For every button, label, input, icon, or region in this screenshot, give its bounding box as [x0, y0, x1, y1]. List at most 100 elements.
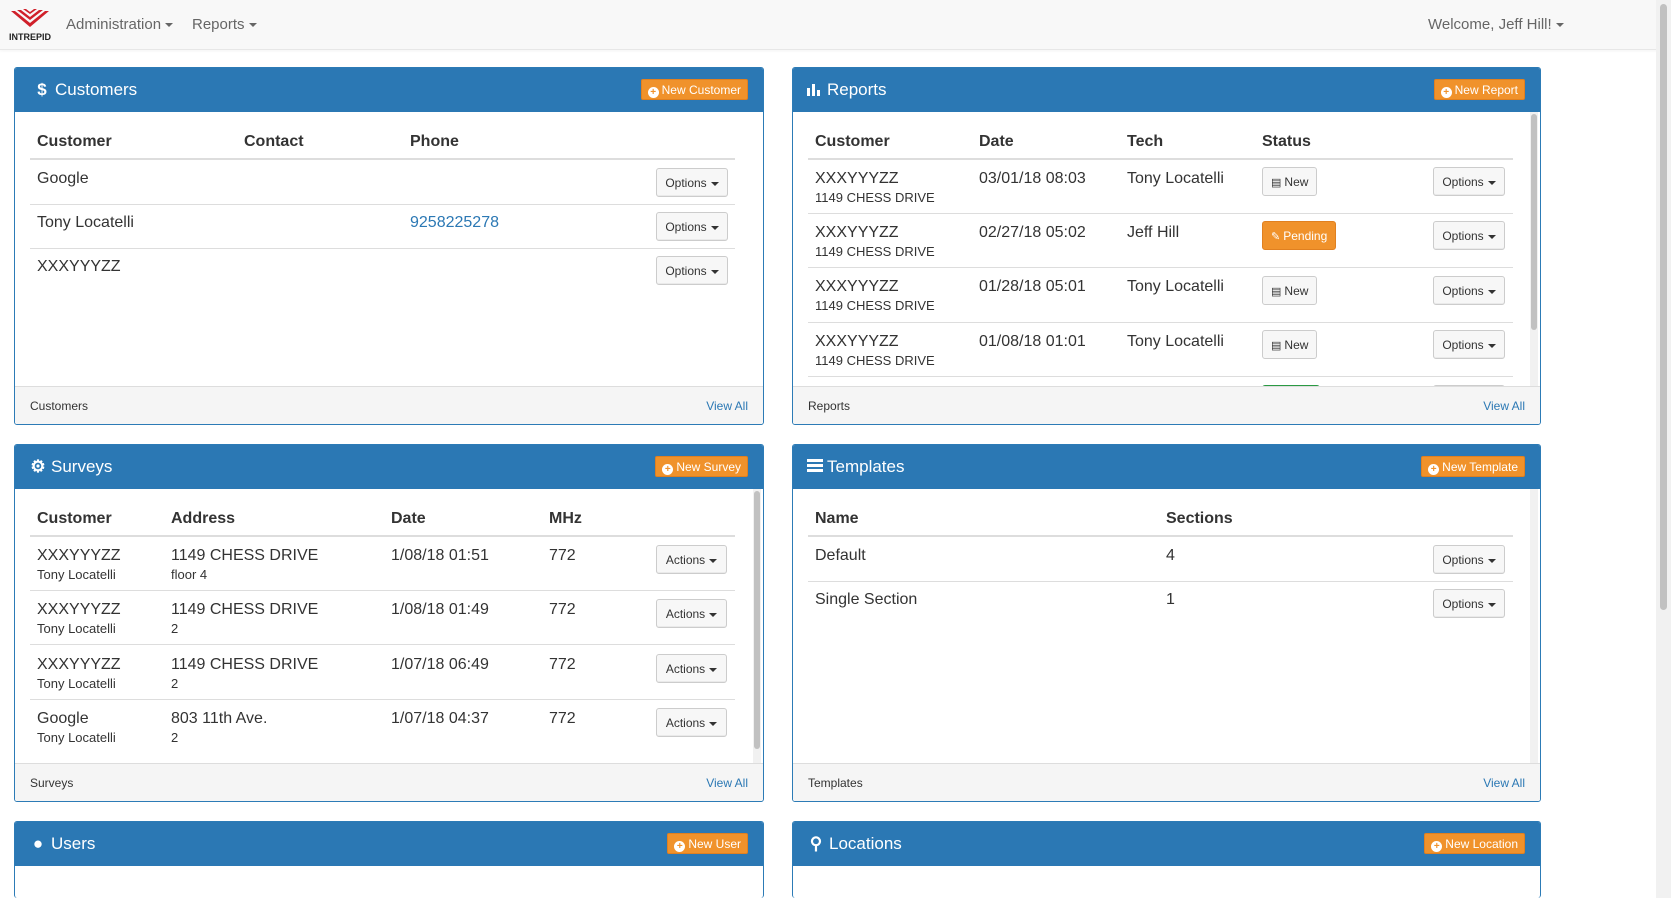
surveys-panel-footer: Surveys View All: [15, 763, 763, 801]
surveys-scrollbar[interactable]: [753, 489, 761, 765]
customers-panel: $ Customers + New Customer Customer Contac…: [14, 67, 764, 425]
divider: [808, 376, 1513, 377]
column-header[interactable]: Customer: [815, 133, 890, 151]
top-navbar: INTREPID Administration Reports Welcome,…: [0, 0, 1671, 50]
nav-reports[interactable]: Reports: [192, 16, 257, 33]
divider: [30, 535, 735, 537]
user-menu[interactable]: Welcome, Jeff Hill!: [1428, 16, 1564, 33]
column-header[interactable]: Status: [1262, 133, 1311, 151]
templates-scrollbar[interactable]: [1530, 489, 1538, 765]
divider: [30, 644, 735, 645]
report-date: 03/01/18 08:03: [979, 170, 1086, 187]
column-header[interactable]: Date: [391, 510, 426, 528]
status-new-button[interactable]: ▤ New: [1262, 167, 1318, 196]
report-tech: Tony Locatelli: [1127, 333, 1224, 350]
new-survey-label: New Survey: [676, 460, 741, 474]
surveys-panel-title: ⚙ Surveys: [29, 457, 112, 477]
column-header[interactable]: Contact: [244, 133, 304, 151]
customer-name: Google: [37, 170, 89, 187]
view-all-reports-link[interactable]: View All: [1483, 399, 1525, 413]
report-address: 1149 CHESS DRIVE: [815, 244, 935, 259]
report-address: 1149 CHESS DRIVE: [815, 190, 935, 205]
column-header[interactable]: Sections: [1166, 510, 1233, 528]
locations-panel: ⚲ Locations + New Location: [792, 821, 1541, 898]
gear-icon: ⚙: [30, 457, 46, 476]
surveys-panel-heading: ⚙ Surveys + New Survey: [15, 445, 763, 489]
column-header[interactable]: Date: [979, 133, 1014, 151]
column-header[interactable]: Name: [815, 510, 859, 528]
options-button[interactable]: Options: [656, 212, 728, 241]
nav-administration[interactable]: Administration: [66, 16, 174, 33]
options-label: Options: [665, 176, 707, 190]
survey-date: 1/07/18 04:37: [391, 710, 489, 727]
new-report-button[interactable]: + New Report: [1433, 79, 1525, 100]
options-button[interactable]: Options: [1433, 330, 1505, 359]
customer-name: XXXYYYZZ: [37, 258, 121, 275]
status-pending-button[interactable]: ✎ Pending: [1262, 221, 1337, 250]
chevron-down-icon: [1487, 602, 1496, 607]
new-user-button[interactable]: + New User: [667, 833, 748, 854]
report-date: 01/28/18 05:01: [979, 278, 1086, 295]
column-header[interactable]: Address: [171, 510, 235, 528]
surveys-scrollbar-thumb[interactable]: [754, 491, 760, 749]
view-all-surveys-link[interactable]: View All: [706, 776, 748, 790]
reports-panel: Reports + New Report Customer Date Tech S…: [792, 67, 1541, 425]
chevron-down-icon: [1487, 558, 1496, 563]
column-header[interactable]: Customer: [37, 510, 112, 528]
options-button[interactable]: Options: [656, 168, 728, 197]
reports-scrollbar-thumb[interactable]: [1531, 114, 1537, 330]
new-survey-button[interactable]: + New Survey: [655, 456, 748, 477]
reports-scrollbar[interactable]: [1530, 112, 1538, 388]
survey-mhz: 772: [549, 601, 576, 618]
plus-circle-icon: +: [662, 464, 674, 475]
report-tech: Tony Locatelli: [1127, 170, 1224, 187]
actions-label: Actions: [665, 607, 706, 621]
nav-administration-label: Administration: [66, 16, 162, 33]
actions-button[interactable]: Actions: [656, 654, 727, 683]
footer-label: Surveys: [30, 776, 74, 790]
chevron-down-icon: [1487, 289, 1496, 294]
template-sections: 4: [1166, 547, 1175, 564]
template-sections: 1: [1166, 591, 1175, 608]
options-button[interactable]: Options: [1433, 167, 1505, 196]
options-button[interactable]: Options: [1433, 545, 1505, 574]
new-template-button[interactable]: + New Template: [1421, 456, 1525, 477]
users-panel-heading: ● Users + New User: [15, 822, 763, 866]
options-button[interactable]: Options: [1433, 276, 1505, 305]
status-new-button[interactable]: ▤ New: [1262, 330, 1318, 359]
options-button[interactable]: Options: [1433, 589, 1505, 618]
options-button[interactable]: Options: [656, 256, 728, 285]
actions-button[interactable]: Actions: [656, 545, 727, 574]
locations-title-text: Locations: [829, 834, 902, 853]
status-new-button[interactable]: ▤ New: [1262, 276, 1318, 305]
divider: [30, 158, 735, 160]
page-scrollbar[interactable]: [1656, 0, 1671, 898]
actions-label: Actions: [665, 553, 706, 567]
new-customer-button[interactable]: + New Customer: [640, 79, 748, 100]
status-label: New: [1284, 284, 1309, 298]
options-button[interactable]: Options: [1433, 221, 1505, 250]
intrepid-logo[interactable]: INTREPID: [6, 5, 54, 45]
customers-panel-title: $ Customers: [33, 80, 137, 100]
welcome-text: Welcome, Jeff Hill!: [1428, 16, 1552, 33]
templates-panel-heading: Templates + New Template: [793, 445, 1540, 489]
view-all-customers-link[interactable]: View All: [706, 399, 748, 413]
actions-button[interactable]: Actions: [656, 708, 727, 737]
actions-button[interactable]: Actions: [656, 599, 727, 628]
column-header[interactable]: Customer: [37, 133, 112, 151]
column-header[interactable]: Phone: [410, 133, 459, 151]
view-all-templates-link[interactable]: View All: [1483, 776, 1525, 790]
divider: [808, 158, 1513, 160]
report-date: 01/08/18 01:01: [979, 333, 1086, 350]
surveys-panel: ⚙ Surveys + New Survey Customer Address Da…: [14, 444, 764, 802]
column-header[interactable]: Tech: [1127, 133, 1163, 151]
templates-panel: Templates + New Template Name Sections De…: [792, 444, 1541, 802]
new-location-button[interactable]: + New Location: [1424, 833, 1525, 854]
page-scrollbar-thumb[interactable]: [1660, 4, 1667, 610]
options-label: Options: [1442, 553, 1484, 567]
list-icon: [807, 459, 823, 472]
new-template-label: New Template: [1442, 460, 1518, 474]
column-header[interactable]: MHz: [549, 510, 582, 528]
chevron-down-icon: [165, 23, 174, 28]
customer-phone-link[interactable]: 9258225278: [410, 214, 499, 232]
